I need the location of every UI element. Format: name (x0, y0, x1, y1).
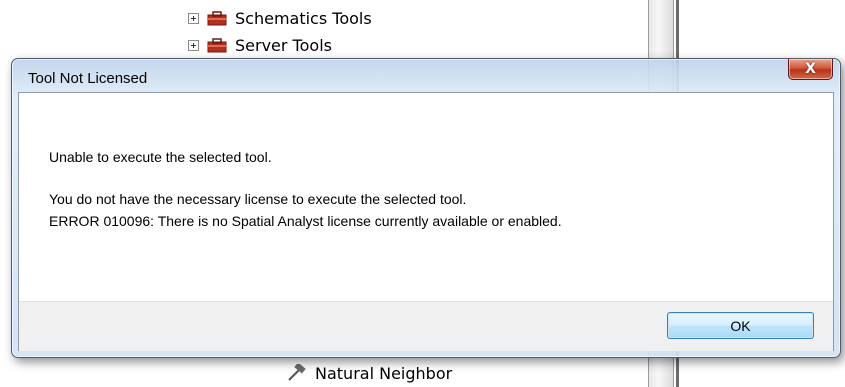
tree-item-label: Natural Neighbor (315, 363, 453, 383)
message-heading: Unable to execute the selected tool. (49, 149, 272, 165)
tree-item-label: Schematics Tools (235, 8, 372, 28)
tree-item-schematics-tools[interactable]: Schematics Tools (188, 6, 372, 30)
dialog-footer: OK (19, 301, 833, 351)
hammer-icon (288, 364, 306, 381)
toolbox-icon (207, 11, 227, 26)
ok-button[interactable]: OK (667, 312, 814, 339)
dialog-title: Tool Not Licensed (28, 70, 148, 87)
expand-icon[interactable] (188, 39, 199, 51)
tree-item-server-tools[interactable]: Server Tools (188, 33, 332, 57)
toolbox-icon (207, 38, 227, 53)
close-button[interactable]: X (788, 59, 833, 80)
message-license: You do not have the necessary license to… (49, 191, 467, 207)
expand-icon[interactable] (188, 12, 199, 24)
dialog-client-area: Unable to execute the selected tool. You… (18, 92, 834, 351)
tree-item-label: Server Tools (235, 35, 332, 55)
message-area: Unable to execute the selected tool. You… (19, 93, 833, 301)
tool-not-licensed-dialog: Tool Not Licensed X Unable to execute th… (11, 58, 841, 358)
close-icon: X (805, 61, 816, 77)
tree-item-natural-neighbor[interactable]: Natural Neighbor (285, 361, 452, 385)
message-error: ERROR 010096: There is no Spatial Analys… (49, 213, 562, 229)
